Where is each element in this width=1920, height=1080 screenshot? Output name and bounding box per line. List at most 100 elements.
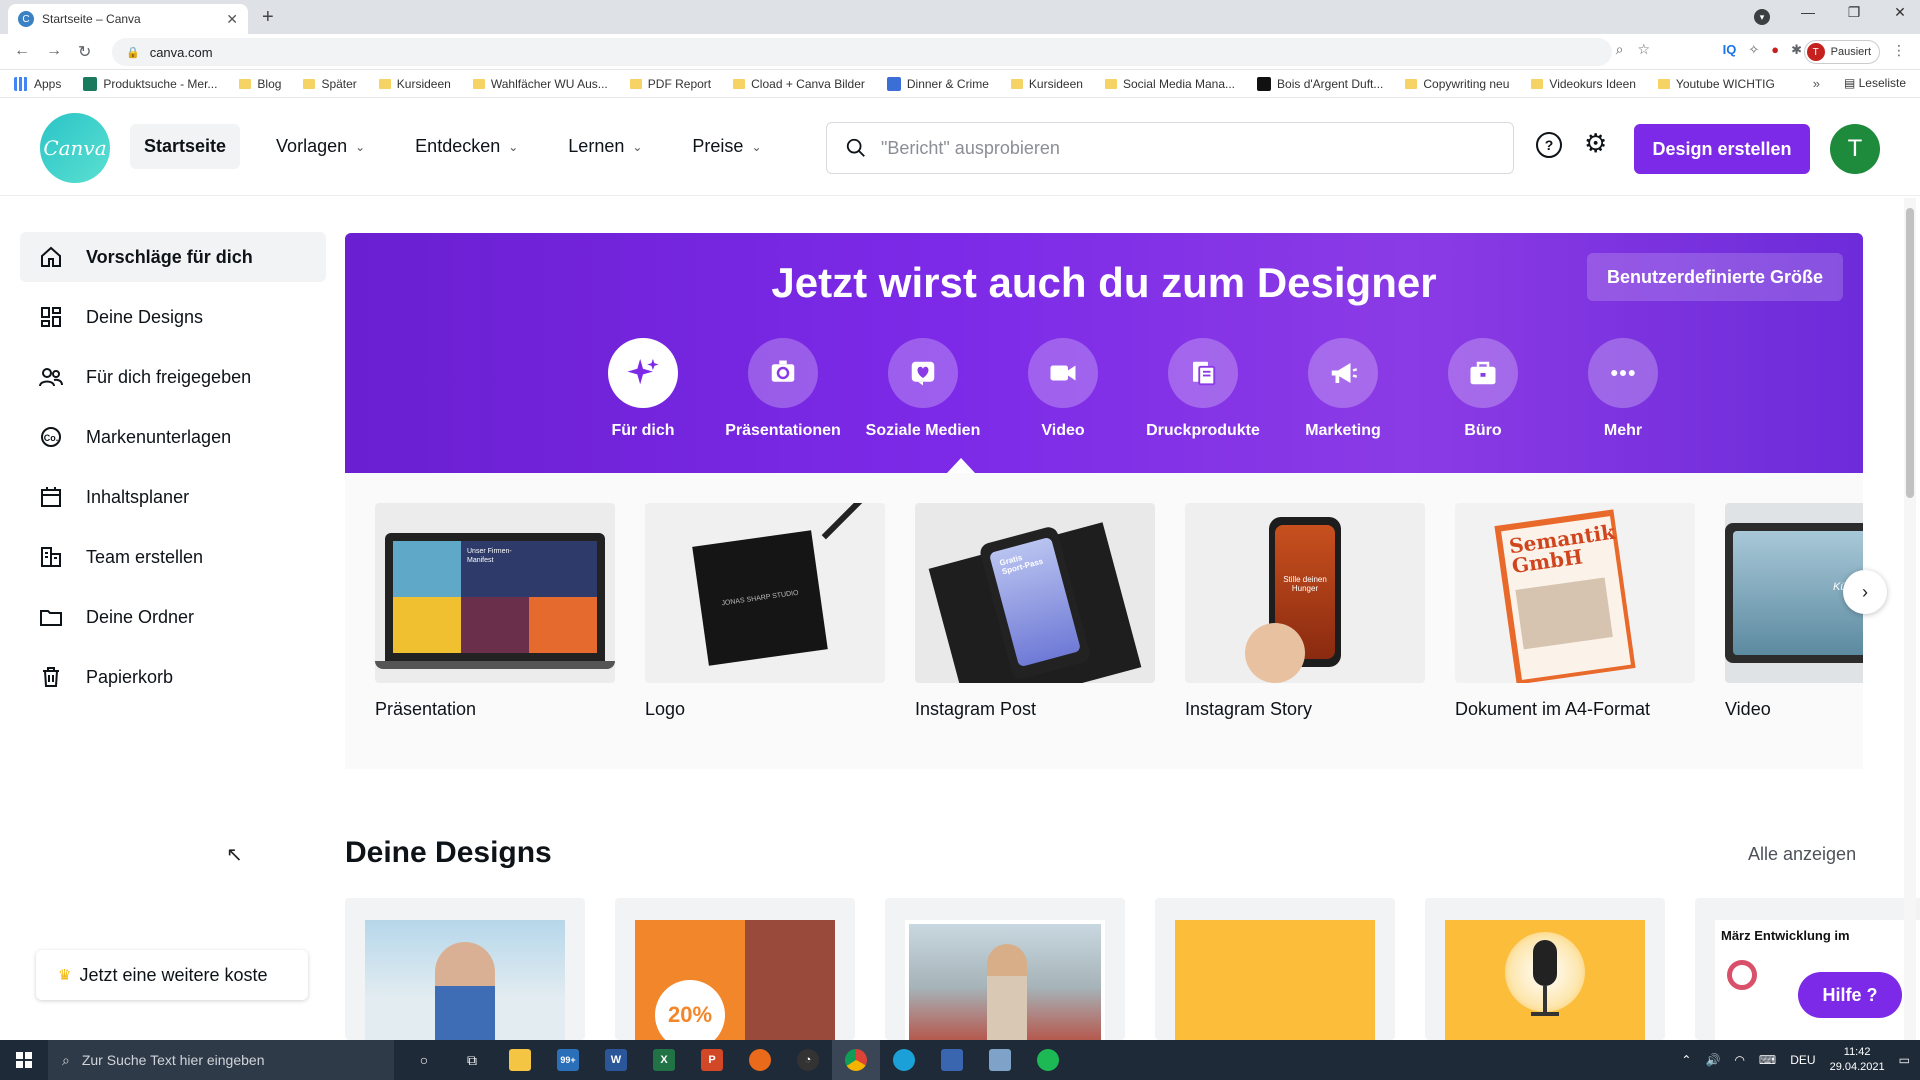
bookmark-apps[interactable]: Apps	[14, 76, 61, 91]
nav-lernen[interactable]: Lernen ⌄	[554, 124, 656, 169]
chevron-up-icon[interactable]: ⌃	[1681, 1053, 1691, 1067]
task-view-icon[interactable]: ⧉	[448, 1040, 496, 1080]
category-video[interactable]: Video	[993, 338, 1133, 440]
sidebar-item-team-erstellen[interactable]: Team erstellen	[20, 532, 326, 582]
app-icon[interactable]	[928, 1040, 976, 1080]
browser-menu-icon[interactable]: ⋮	[1892, 42, 1906, 59]
template-logo[interactable]: JONAS SHARP STUDIO Logo	[645, 503, 885, 720]
file-explorer-icon[interactable]	[496, 1040, 544, 1080]
design-card[interactable]	[885, 898, 1125, 1040]
help-icon[interactable]: ?	[1536, 132, 1562, 158]
powerpoint-icon[interactable]: P	[688, 1040, 736, 1080]
category-praesentationen[interactable]: Präsentationen	[713, 338, 853, 440]
app-icon[interactable]	[976, 1040, 1024, 1080]
bookmark-item[interactable]: Copywriting neu	[1405, 77, 1509, 91]
template-instagram-story[interactable]: Stille deinen Hunger Instagram Story	[1185, 503, 1425, 720]
bookmark-item[interactable]: Bois d'Argent Duft...	[1257, 76, 1383, 91]
bookmark-item[interactable]: Dinner & Crime	[886, 76, 989, 91]
extension-iq-icon[interactable]: IQ	[1723, 42, 1737, 58]
nav-startseite[interactable]: Startseite	[130, 124, 241, 169]
bookmark-item[interactable]: Social Media Mana...	[1104, 77, 1235, 91]
obs-icon[interactable]: ◔	[784, 1040, 832, 1080]
carousel-next-button[interactable]: ›	[1843, 570, 1887, 614]
reading-list[interactable]: ▤ Leseliste	[1844, 76, 1906, 90]
bookmark-item[interactable]: Blog	[239, 77, 281, 91]
canva-logo[interactable]: Canva	[40, 113, 110, 183]
nav-entdecken[interactable]: Entdecken ⌄	[401, 124, 532, 169]
template-video[interactable]: Kümmere mentale Video	[1725, 503, 1863, 720]
tab-search-icon[interactable]: ▾	[1754, 9, 1770, 25]
category-fuer-dich[interactable]: Für dich	[573, 338, 713, 440]
sidebar-item-ordner[interactable]: Deine Ordner	[20, 592, 326, 642]
sidebar-item-freigegeben[interactable]: Für dich freigegeben	[20, 352, 326, 402]
sidebar-item-papierkorb[interactable]: Papierkorb	[20, 652, 326, 702]
template-presentation[interactable]: Unser Firmen-Manifest Präsentation	[375, 503, 615, 720]
template-a4-document[interactable]: Semantik GmbH Dokument im A4-Format	[1455, 503, 1695, 720]
language-indicator[interactable]: DEU	[1790, 1053, 1815, 1067]
nav-preise[interactable]: Preise ⌄	[678, 124, 775, 169]
cortana-icon[interactable]: ○	[400, 1040, 448, 1080]
bookmark-item[interactable]: Videokurs Ideen	[1531, 77, 1636, 91]
bookmark-item[interactable]: PDF Report	[629, 77, 711, 91]
custom-size-button[interactable]: Benutzerdefinierte Größe	[1587, 253, 1843, 301]
category-mehr[interactable]: Mehr	[1553, 338, 1693, 440]
extension-badge-icon[interactable]: ●	[1771, 42, 1779, 58]
category-druckprodukte[interactable]: Druckprodukte	[1133, 338, 1273, 440]
sidebar-item-deine-designs[interactable]: Deine Designs	[20, 292, 326, 342]
forward-icon[interactable]: →	[46, 42, 62, 60]
reload-icon[interactable]: ↻	[78, 42, 91, 62]
url-field[interactable]: 🔒 canva.com	[112, 38, 1612, 66]
page-scrollbar[interactable]	[1904, 198, 1916, 1040]
zoom-icon[interactable]: ⌕	[1616, 41, 1624, 58]
spotify-icon[interactable]	[1024, 1040, 1072, 1080]
excel-icon[interactable]: X	[640, 1040, 688, 1080]
mail-icon[interactable]: 99+	[544, 1040, 592, 1080]
minimize-icon[interactable]: —	[1798, 4, 1818, 21]
profile-button[interactable]: T Pausiert	[1803, 40, 1880, 64]
bookmark-item[interactable]: Youtube WICHTIG	[1657, 77, 1775, 91]
sidebar-item-inhaltsplaner[interactable]: Inhaltsplaner	[20, 472, 326, 522]
restore-icon[interactable]: ❐	[1844, 4, 1864, 21]
app-icon[interactable]	[736, 1040, 784, 1080]
more-bookmarks-icon[interactable]: »	[1813, 76, 1820, 91]
bookmark-item[interactable]: Wahlfächer WU Aus...	[472, 77, 608, 91]
upgrade-button[interactable]: ♛ Jetzt eine weitere koste	[36, 950, 308, 1000]
scrollbar-thumb[interactable]	[1906, 208, 1914, 498]
category-soziale-medien[interactable]: Soziale Medien	[853, 338, 993, 440]
wifi-icon[interactable]: ◠	[1734, 1053, 1744, 1067]
notifications-icon[interactable]: ▭	[1899, 1053, 1910, 1067]
keyboard-icon[interactable]: ⌨	[1759, 1053, 1776, 1067]
edge-icon[interactable]	[880, 1040, 928, 1080]
design-card[interactable]: 20%	[615, 898, 855, 1040]
template-instagram-post[interactable]: Gratis Sport-Pass Instagram Post	[915, 503, 1155, 720]
see-all-link[interactable]: Alle anzeigen	[1748, 844, 1856, 865]
design-card[interactable]	[1155, 898, 1395, 1040]
volume-icon[interactable]: 🔊	[1705, 1053, 1720, 1067]
extension-icon[interactable]: ✧	[1748, 42, 1759, 58]
category-buero[interactable]: Büro	[1413, 338, 1553, 440]
sidebar-item-markenunterlagen[interactable]: Co. Markenunterlagen	[20, 412, 326, 462]
puzzle-icon[interactable]: ✱	[1791, 42, 1802, 58]
bookmark-item[interactable]: Produktsuche - Mer...	[83, 76, 217, 91]
design-card[interactable]	[1425, 898, 1665, 1040]
chrome-icon[interactable]	[832, 1040, 880, 1080]
bookmark-item[interactable]: Kursideen	[378, 77, 451, 91]
search-input[interactable]: "Bericht" ausprobieren	[826, 122, 1514, 174]
clock[interactable]: 11:42 29.04.2021	[1830, 1045, 1885, 1075]
avatar[interactable]: T	[1830, 124, 1880, 174]
sidebar-item-vorschlaege[interactable]: Vorschläge für dich	[20, 232, 326, 282]
bookmark-item[interactable]: Kursideen	[1010, 77, 1083, 91]
bookmark-item[interactable]: Später	[303, 77, 357, 91]
bookmark-item[interactable]: Cload + Canva Bilder	[733, 77, 865, 91]
browser-tab[interactable]: C Startseite – Canva ✕	[8, 4, 248, 34]
close-window-icon[interactable]: ✕	[1890, 4, 1910, 21]
help-button[interactable]: Hilfe ?	[1798, 972, 1902, 1018]
back-icon[interactable]: ←	[14, 42, 30, 60]
word-icon[interactable]: W	[592, 1040, 640, 1080]
windows-start-icon[interactable]	[0, 1040, 48, 1080]
bookmark-star-icon[interactable]: ☆	[1637, 41, 1650, 58]
gear-icon[interactable]: ⚙	[1584, 128, 1607, 159]
category-marketing[interactable]: Marketing	[1273, 338, 1413, 440]
design-card[interactable]	[345, 898, 585, 1040]
create-design-button[interactable]: Design erstellen	[1634, 124, 1810, 174]
